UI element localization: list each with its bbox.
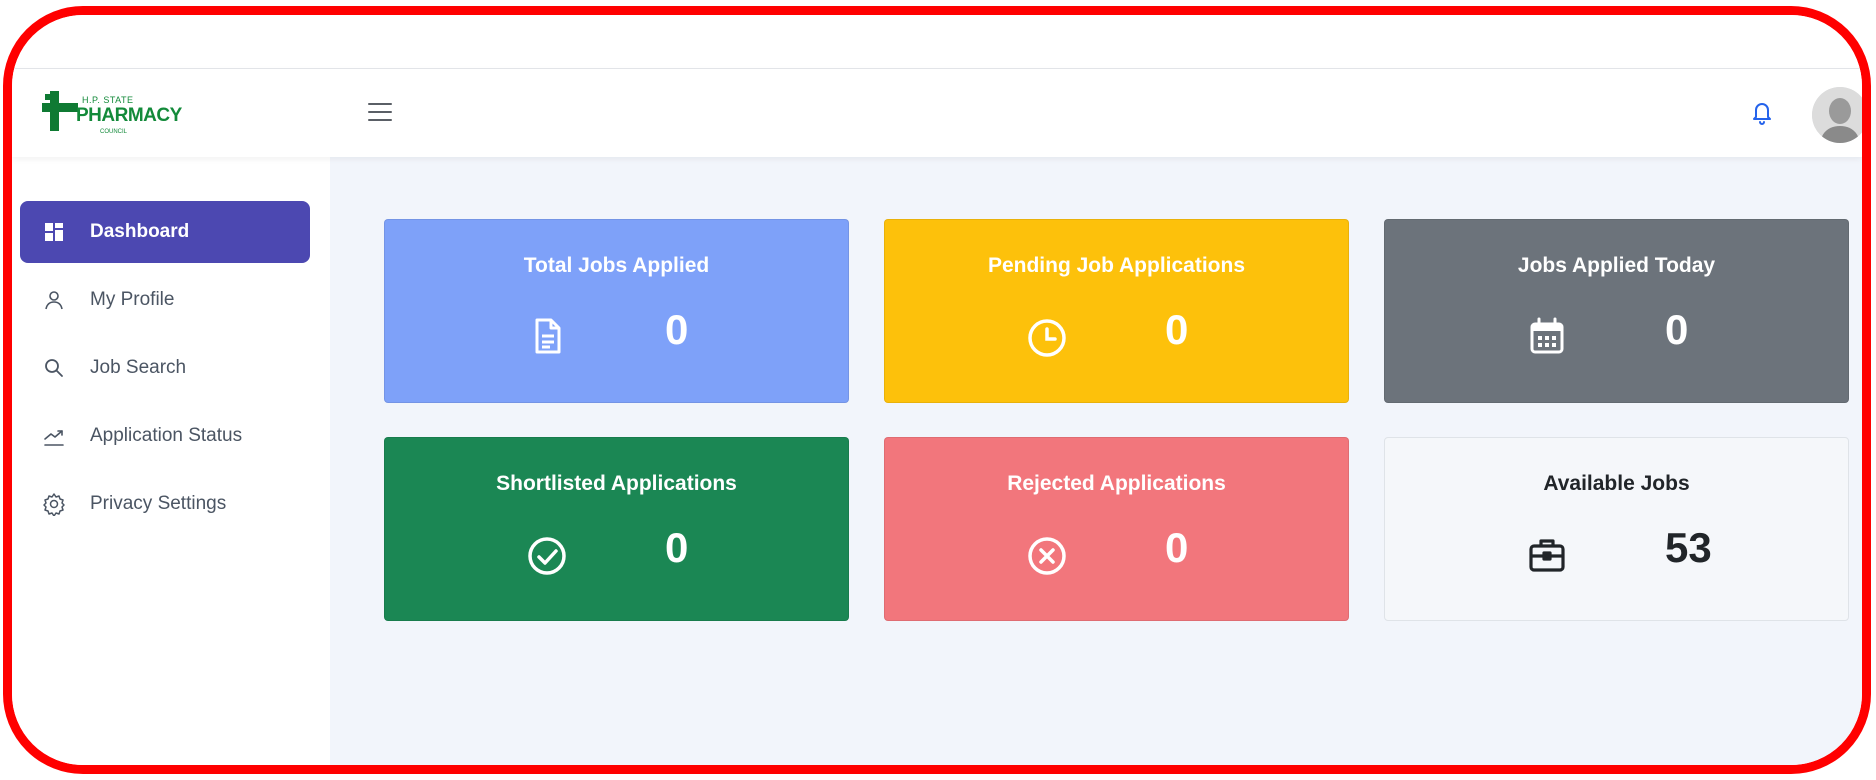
sidebar-item-privacy-settings[interactable]: Privacy Settings <box>20 473 310 535</box>
card-title: Pending Job Applications <box>987 254 1246 277</box>
card-title: Rejected Applications <box>1007 472 1226 495</box>
card-value: 0 <box>665 524 689 571</box>
card-total-jobs-applied[interactable]: Total Jobs Applied 0 <box>384 219 849 403</box>
document-icon <box>525 314 569 358</box>
check-circle-icon <box>525 532 569 576</box>
sidebar-item-application-status[interactable]: Application Status <box>20 405 310 467</box>
card-shortlisted-applications[interactable]: Shortlisted Applications 0 <box>384 437 849 621</box>
menu-toggle-button[interactable] <box>368 103 392 123</box>
card-available-jobs[interactable]: Available Jobs 53 <box>1384 437 1849 621</box>
sidebar-item-label: My Profile <box>90 289 175 310</box>
x-circle-icon <box>1025 532 1069 576</box>
clock-icon <box>1025 314 1069 358</box>
top-header: H.P. STATE PHARMACY COUNCIL <box>12 69 1862 157</box>
dashboard-content: Total Jobs Applied 0 Pending Job Applica… <box>330 157 1862 765</box>
logo-small-text: H.P. STATE <box>82 95 134 105</box>
card-title: Shortlisted Applications <box>496 472 737 495</box>
card-value: 0 <box>1665 306 1689 353</box>
card-rejected-applications[interactable]: Rejected Applications 0 <box>884 437 1349 621</box>
search-icon <box>42 356 66 380</box>
card-value: 0 <box>665 306 689 353</box>
logo-big-text: PHARMACY <box>76 105 182 126</box>
sidebar-item-label: Dashboard <box>90 221 190 242</box>
trending-up-icon <box>42 424 66 448</box>
gear-icon <box>42 492 66 517</box>
highlight-frame: H.P. STATE PHARMACY COUNCIL Dashboard My… <box>3 6 1871 774</box>
hamburger-line <box>368 103 392 105</box>
sidebar-item-my-profile[interactable]: My Profile <box>20 269 310 331</box>
card-value: 53 <box>1665 524 1712 571</box>
pharmacy-council-logo[interactable]: H.P. STATE PHARMACY COUNCIL <box>42 89 182 141</box>
sidebar: Dashboard My Profile Job Search Applicat… <box>12 157 330 765</box>
card-title: Total Jobs Applied <box>523 254 710 277</box>
card-pending-job-applications[interactable]: Pending Job Applications 0 <box>884 219 1349 403</box>
briefcase-icon <box>1525 532 1569 576</box>
card-title: Available Jobs <box>1543 472 1690 495</box>
hamburger-line <box>368 119 392 121</box>
card-jobs-applied-today[interactable]: Jobs Applied Today 0 <box>1384 219 1849 403</box>
card-value: 0 <box>1165 306 1189 353</box>
dashboard-icon <box>42 220 66 244</box>
notification-bell-icon[interactable] <box>1750 99 1774 127</box>
sidebar-item-dashboard[interactable]: Dashboard <box>20 201 310 263</box>
calendar-icon <box>1525 314 1569 358</box>
card-title: Jobs Applied Today <box>1517 254 1716 277</box>
sidebar-item-label: Privacy Settings <box>90 493 227 514</box>
top-strip <box>12 15 1862 69</box>
sidebar-item-job-search[interactable]: Job Search <box>20 337 310 399</box>
logo-tiny-text: COUNCIL <box>100 129 128 135</box>
user-avatar[interactable] <box>1812 87 1862 143</box>
hamburger-line <box>368 111 392 113</box>
card-value: 0 <box>1165 524 1189 571</box>
sidebar-item-label: Application Status <box>90 425 243 446</box>
sidebar-item-label: Job Search <box>90 357 187 378</box>
user-icon <box>42 288 66 312</box>
